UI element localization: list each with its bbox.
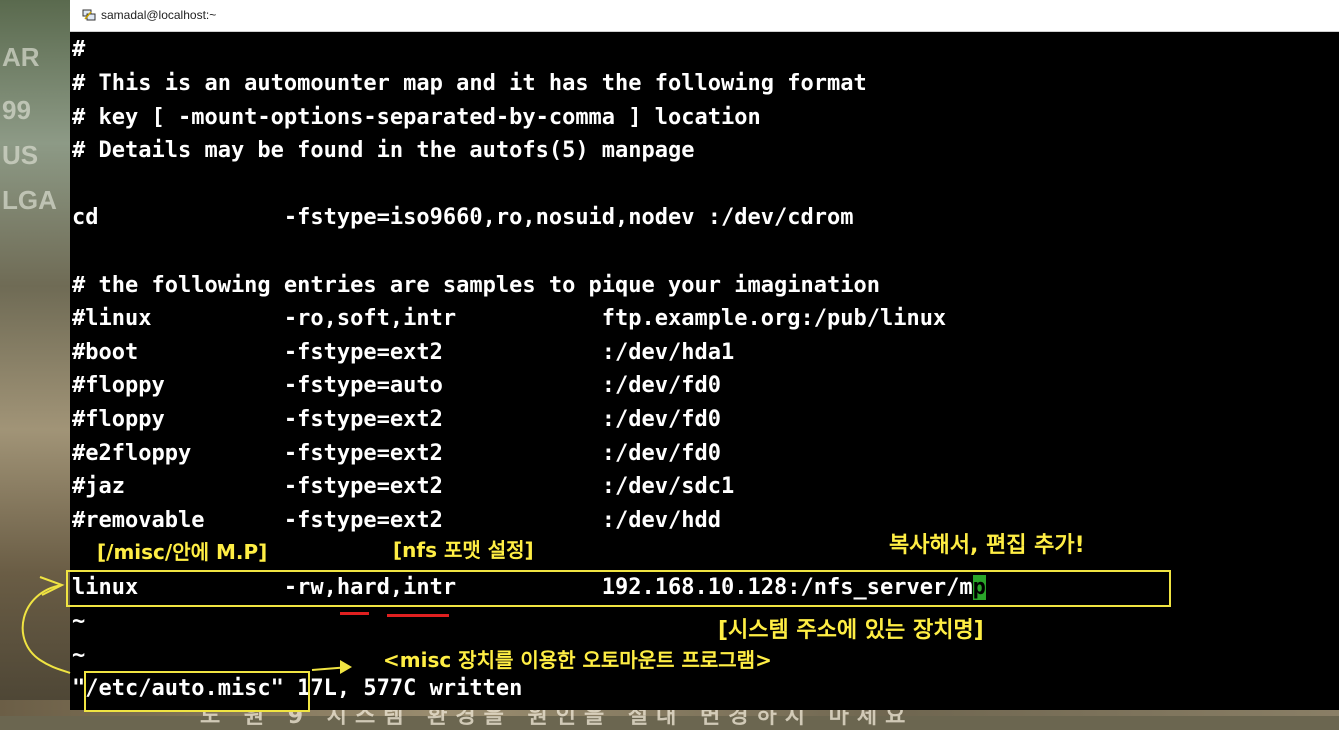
annotation-arrows — [21, 576, 352, 674]
curved-arrow-left — [21, 584, 71, 674]
